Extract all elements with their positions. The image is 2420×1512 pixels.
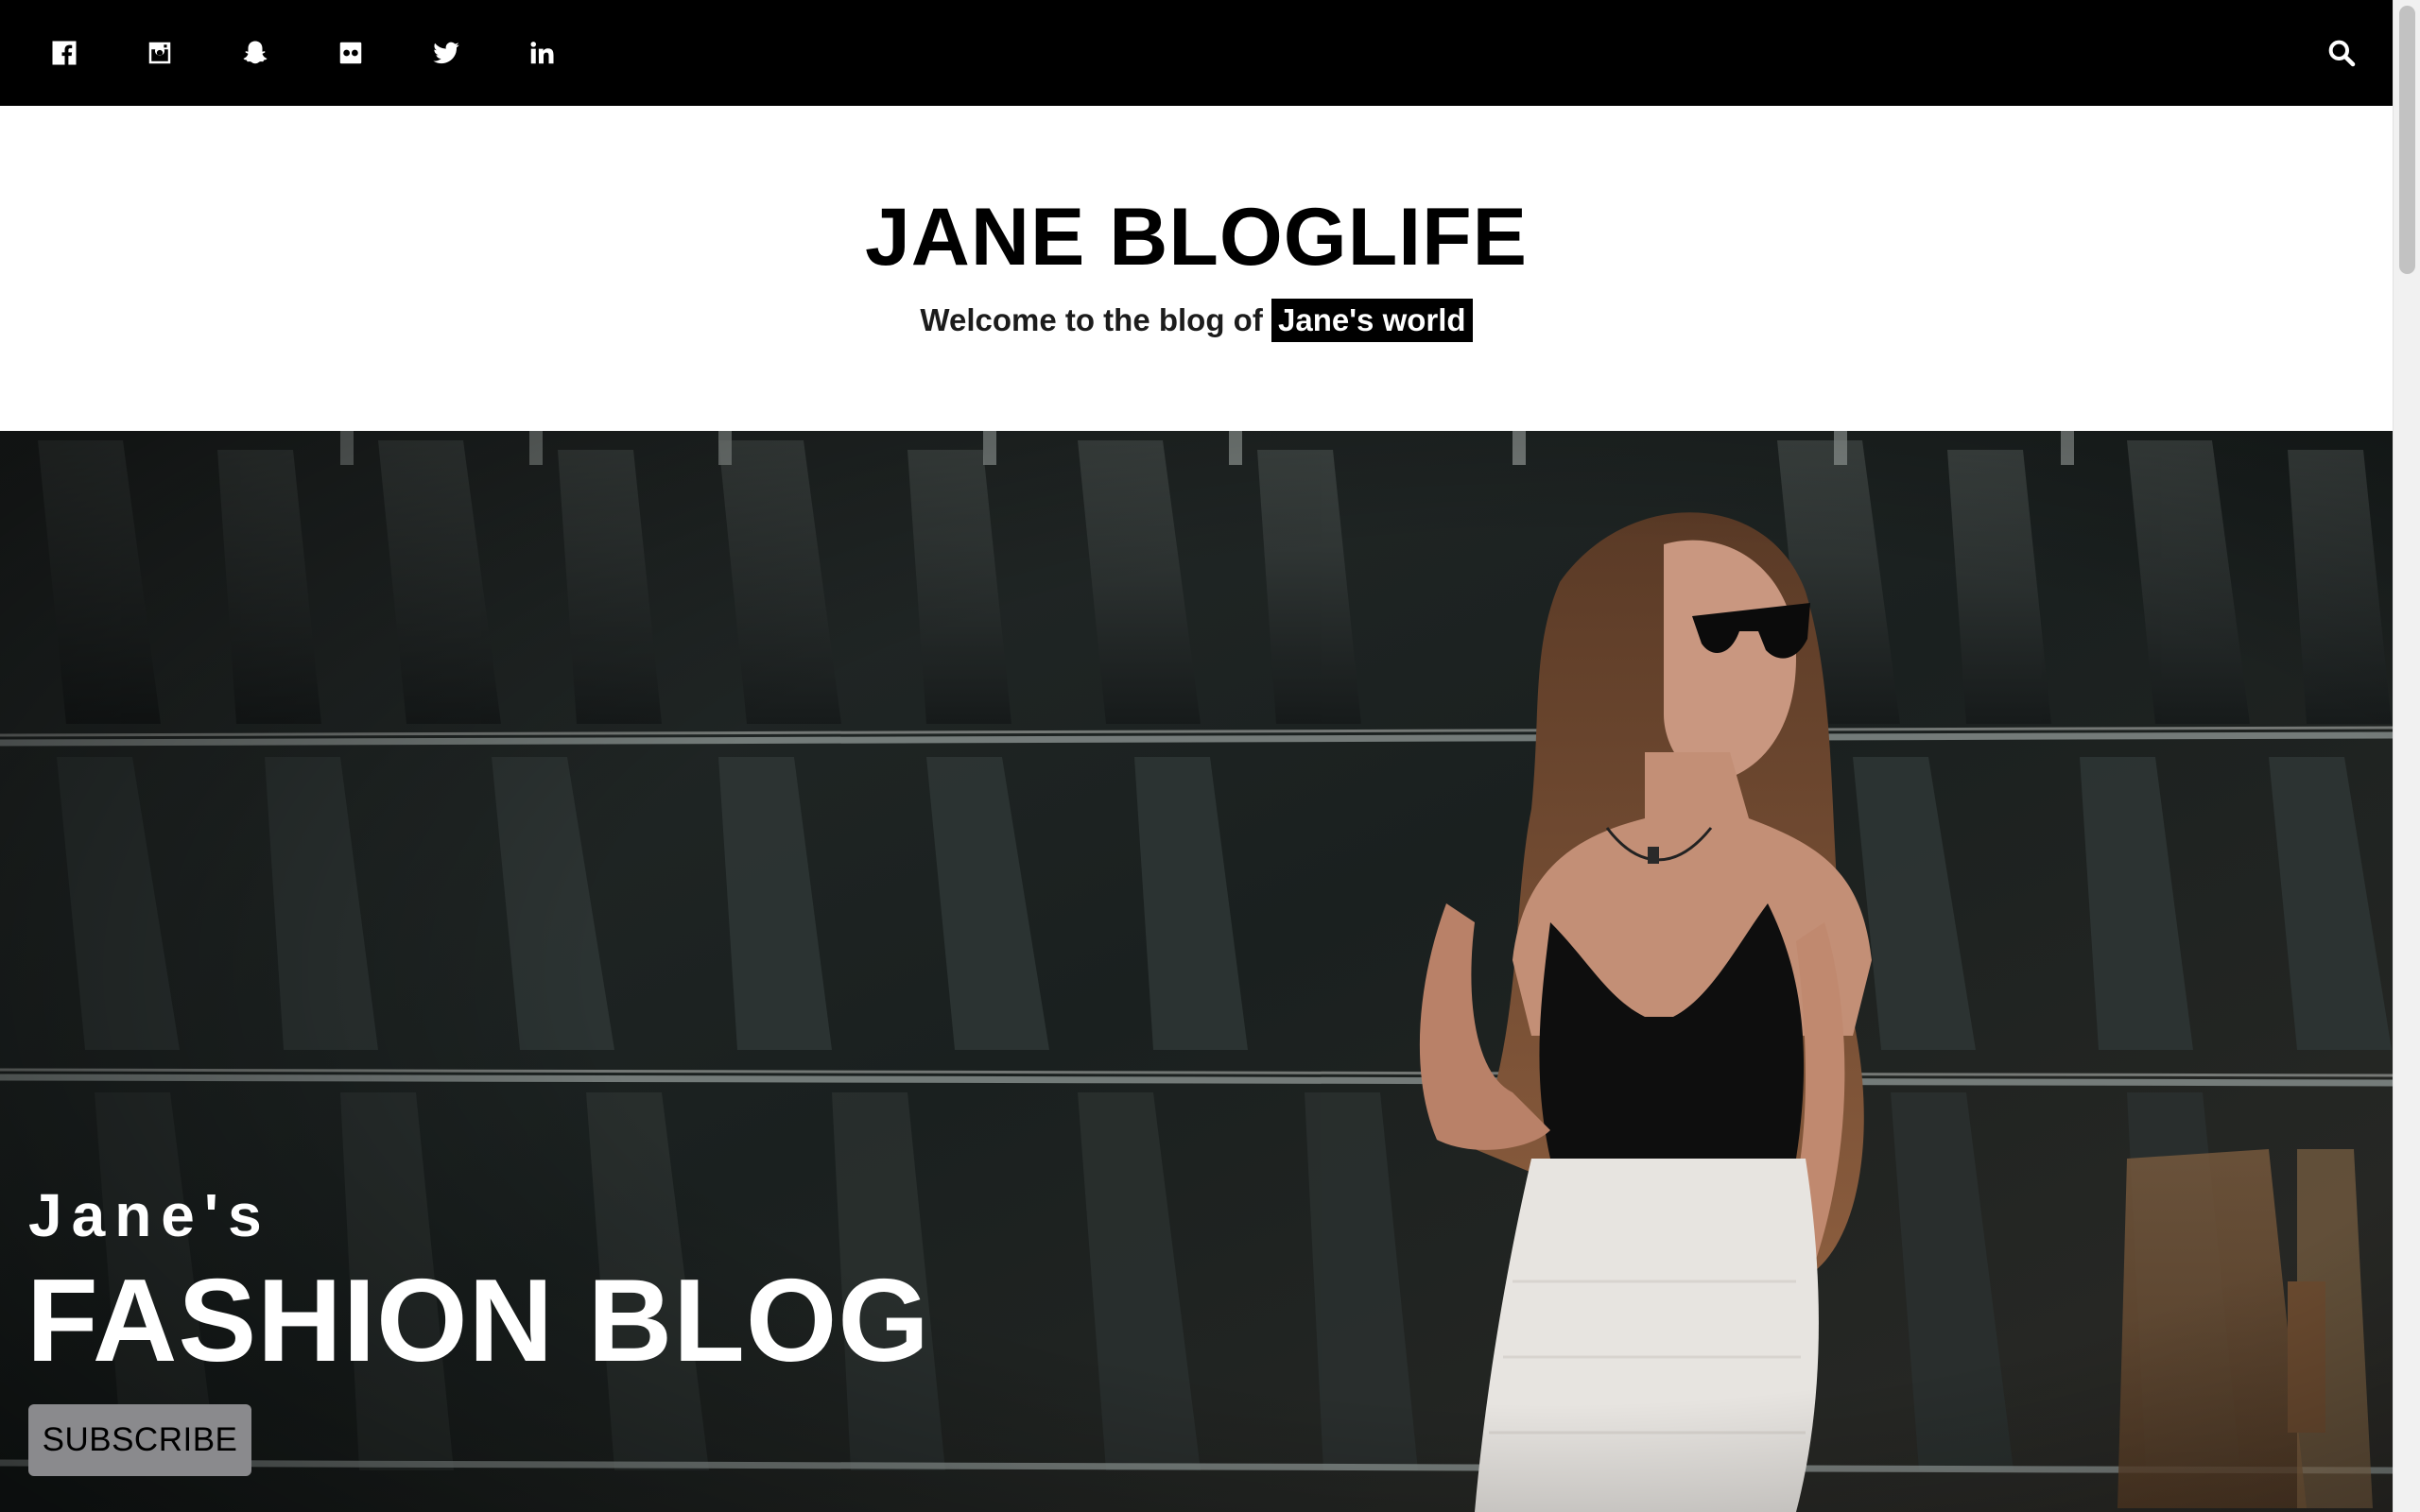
- social-top-bar: [0, 0, 2393, 106]
- hero-subheading: Jane's: [28, 1181, 271, 1249]
- scrollbar-thumb[interactable]: [2399, 6, 2415, 274]
- search-icon[interactable]: [2321, 32, 2362, 74]
- social-links: [43, 32, 616, 74]
- flickr-icon[interactable]: [330, 32, 372, 74]
- hero-heading: FASHION BLOG: [26, 1256, 930, 1386]
- subscribe-button[interactable]: SUBSCRIBE: [28, 1404, 251, 1476]
- site-tagline: Welcome to the blog of Jane's world: [0, 299, 2393, 342]
- linkedin-icon[interactable]: [521, 32, 562, 74]
- site-header: JANE BLOGLIFE Welcome to the blog of Jan…: [0, 106, 2393, 431]
- hero-banner: Jane's FASHION BLOG SUBSCRIBE: [0, 431, 2393, 1512]
- facebook-icon[interactable]: [43, 32, 85, 74]
- tagline-prefix: Welcome to the blog of: [920, 302, 1263, 337]
- snapchat-icon[interactable]: [234, 32, 276, 74]
- page: JANE BLOGLIFE Welcome to the blog of Jan…: [0, 0, 2420, 1512]
- site-title[interactable]: JANE BLOGLIFE: [0, 197, 2393, 278]
- tagline-highlight: Jane's world: [1270, 299, 1473, 342]
- page-scrollbar[interactable]: [2393, 0, 2420, 1512]
- twitter-icon[interactable]: [425, 32, 467, 74]
- instagram-icon[interactable]: [139, 32, 181, 74]
